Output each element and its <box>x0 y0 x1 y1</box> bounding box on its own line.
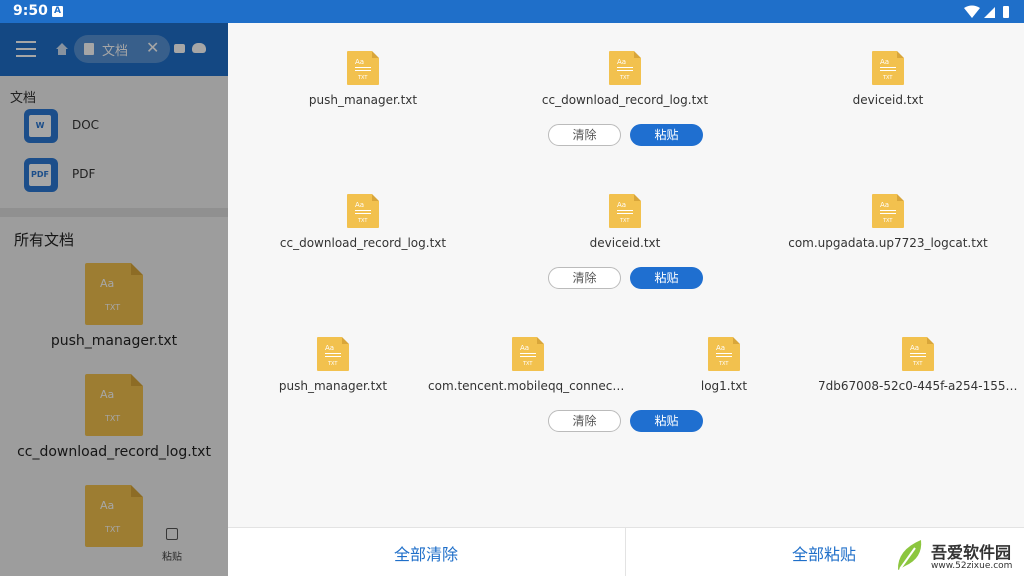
signal-icon <box>984 7 995 18</box>
txt-file-icon: Aa TXT <box>317 337 349 371</box>
clipboard-file: Aa TXT log1.txt <box>644 337 804 393</box>
clear-button[interactable]: 清除 <box>548 267 621 289</box>
clipboard-group: Aa TXT push_manager.txt Aa TXT com.tence… <box>228 337 1024 480</box>
txt-file-icon: Aa TXT <box>347 51 379 85</box>
status-bar: 9:50 A <box>0 0 1024 23</box>
paste-button[interactable]: 粘贴 <box>630 267 703 289</box>
clipboard-group: Aa TXT push_manager.txt Aa TXT cc_downlo… <box>228 51 1024 194</box>
watermark: 吾爱软件园 www.52zixue.com <box>895 536 1024 576</box>
file-name: deviceid.txt <box>852 93 924 107</box>
file-name: deviceid.txt <box>589 236 661 250</box>
txt-file-icon: Aa TXT <box>872 194 904 228</box>
file-name: cc_download_record_log.txt <box>541 93 709 107</box>
file-name: com.upgadata.up7723_logcat.txt <box>788 236 988 250</box>
txt-file-icon: Aa TXT <box>708 337 740 371</box>
clipboard-panel: Aa TXT push_manager.txt Aa TXT cc_downlo… <box>228 23 1024 576</box>
clipboard-file: Aa TXT 7db67008-52c0-445f-a254-15513... <box>818 337 1018 393</box>
clipboard-file: Aa TXT com.tencent.mobileqq_connectS... <box>428 337 628 393</box>
paste-button[interactable]: 粘贴 <box>630 124 703 146</box>
leaf-logo-icon <box>897 540 922 570</box>
battery-icon <box>1003 6 1009 18</box>
paste-button[interactable]: 粘贴 <box>630 410 703 432</box>
wifi-icon <box>964 5 980 18</box>
status-time: 9:50 <box>13 3 48 19</box>
txt-file-icon: Aa TXT <box>347 194 379 228</box>
file-name: com.tencent.mobileqq_connectS... <box>428 379 628 393</box>
file-name: cc_download_record_log.txt <box>279 236 447 250</box>
watermark-title: 吾爱软件园 <box>931 543 1012 562</box>
file-name: push_manager.txt <box>308 93 418 107</box>
txt-file-icon: Aa TXT <box>609 51 641 85</box>
file-name: 7db67008-52c0-445f-a254-15513... <box>818 379 1018 393</box>
notification-icon: A <box>52 6 63 17</box>
clipboard-file: Aa TXT cc_download_record_log.txt <box>525 51 725 107</box>
clear-all-button[interactable]: 全部清除 <box>228 541 624 565</box>
clear-button[interactable]: 清除 <box>548 124 621 146</box>
clipboard-file: Aa TXT com.upgadata.up7723_logcat.txt <box>773 194 1003 250</box>
dim-overlay[interactable] <box>0 23 228 576</box>
system-status-icons <box>964 5 1009 18</box>
txt-file-icon: Aa TXT <box>512 337 544 371</box>
clipboard-file: Aa TXT cc_download_record_log.txt <box>263 194 463 250</box>
clipboard-group: Aa TXT cc_download_record_log.txt Aa TXT… <box>228 194 1024 337</box>
watermark-url: www.52zixue.com <box>931 561 1013 571</box>
file-name: push_manager.txt <box>278 379 388 393</box>
clipboard-file: Aa TXT push_manager.txt <box>263 51 463 107</box>
clipboard-file: Aa TXT push_manager.txt <box>253 337 413 393</box>
txt-file-icon: Aa TXT <box>609 194 641 228</box>
file-name: log1.txt <box>700 379 748 393</box>
txt-file-icon: Aa TXT <box>902 337 934 371</box>
clipboard-file: Aa TXT deviceid.txt <box>525 194 725 250</box>
txt-file-icon: Aa TXT <box>872 51 904 85</box>
clipboard-file: Aa TXT deviceid.txt <box>788 51 988 107</box>
clear-button[interactable]: 清除 <box>548 410 621 432</box>
